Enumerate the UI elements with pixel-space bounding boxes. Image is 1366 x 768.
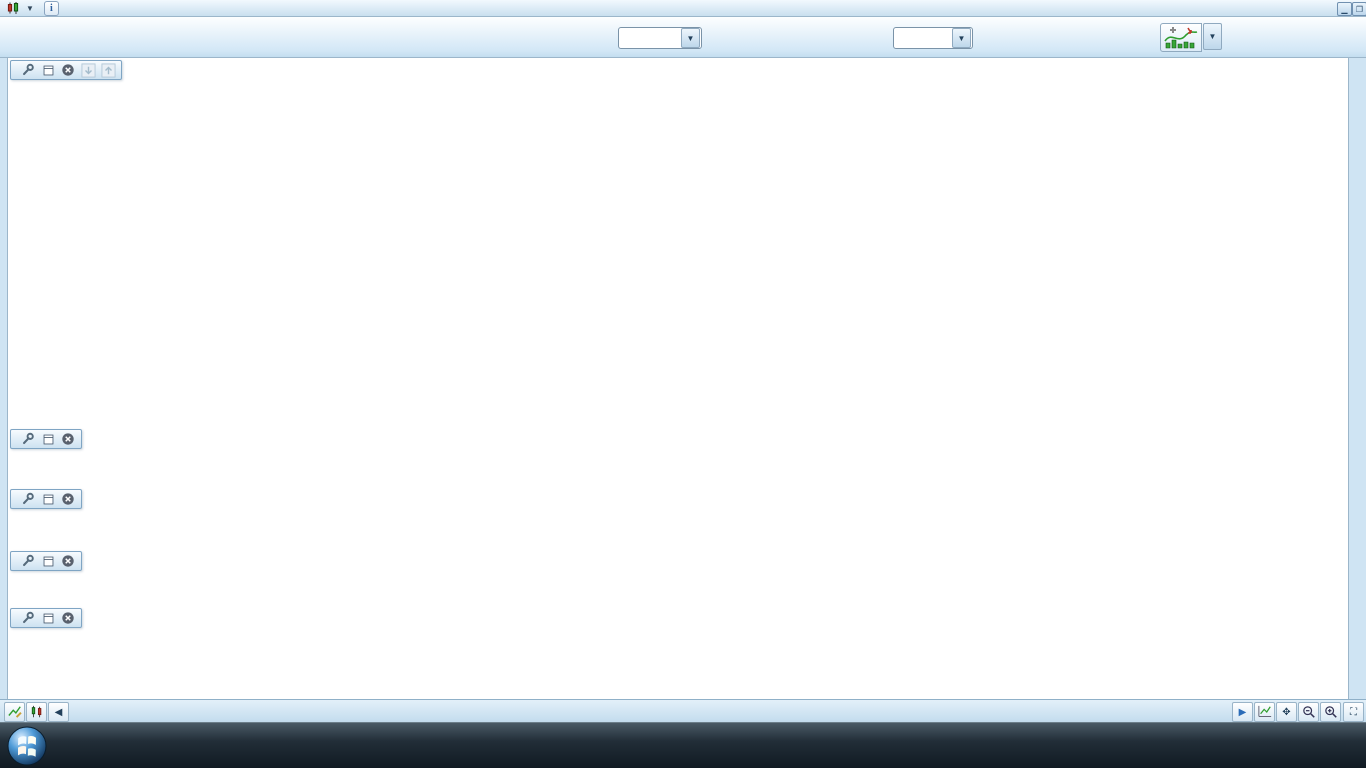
auto-scale-button[interactable] [1254, 702, 1275, 722]
stochastic-close-icon[interactable] [60, 554, 76, 569]
timeframe-dropdown-arrow[interactable]: ▼ [952, 28, 971, 48]
price-move-down-icon[interactable] [80, 62, 96, 78]
price-move-up-icon[interactable] [100, 62, 116, 78]
play-forward-button[interactable]: ▶ [1232, 702, 1253, 722]
restore-button[interactable]: ❐ [1352, 2, 1366, 16]
windows-taskbar: ▴ [0, 722, 1366, 768]
price-detach-window-icon[interactable] [40, 63, 56, 78]
chart-settings-button[interactable] [4, 702, 25, 722]
add-indicator-button[interactable] [1160, 23, 1202, 52]
volume-panel-tab[interactable] [10, 429, 82, 449]
drawing-toolbar: ▼ ▼ ▼ [0, 17, 1366, 58]
indicator-dropdown-arrow[interactable]: ▼ [1203, 23, 1222, 50]
price-panel-tab[interactable] [10, 60, 122, 80]
fit-screen-button[interactable]: ⛶ [1343, 702, 1364, 722]
stochastic-panel-tab[interactable] [10, 551, 82, 571]
macd-detach-window-icon[interactable] [40, 492, 56, 507]
left-window-strip [0, 58, 8, 699]
rsi-detach-window-icon[interactable] [40, 611, 56, 626]
pan-tool-button[interactable]: ✥ [1276, 702, 1297, 722]
rsi-close-icon[interactable] [60, 611, 76, 626]
instrument-candles-icon [5, 1, 21, 16]
history-back-button[interactable]: ◀ [48, 702, 69, 722]
info-icon[interactable]: i [43, 0, 59, 16]
price-close-icon[interactable] [60, 63, 76, 78]
macd-panel-tab[interactable] [10, 489, 82, 509]
units-dropdown-arrow[interactable]: ▼ [681, 28, 700, 48]
minimize-button[interactable]: ▁ [1337, 2, 1352, 16]
zoom-out-button[interactable] [1298, 702, 1319, 722]
stochastic-detach-window-icon[interactable] [40, 554, 56, 569]
chart-status-bar: ◀ ▶ ✥ ⛶ [0, 699, 1366, 722]
rsi-settings-wrench-icon[interactable] [20, 611, 36, 626]
desktop-screen: ▼ i ▁ ❐ ▼ ▼ ▼ ◀ ▶ ✥ ⛶ [0, 0, 1366, 768]
units-dropdown[interactable]: ▼ [618, 27, 702, 49]
rsi-panel-tab[interactable] [10, 608, 82, 628]
volume-settings-wrench-icon[interactable] [20, 432, 36, 447]
chart-canvas[interactable] [8, 58, 1305, 699]
macd-settings-wrench-icon[interactable] [20, 492, 36, 507]
macd-close-icon[interactable] [60, 492, 76, 507]
price-settings-wrench-icon[interactable] [20, 63, 36, 78]
zoom-in-button[interactable] [1320, 702, 1341, 722]
volume-close-icon[interactable] [60, 432, 76, 447]
instrument-dropdown-arrow[interactable]: ▼ [26, 4, 34, 13]
volume-detach-window-icon[interactable] [40, 432, 56, 447]
start-button[interactable] [6, 725, 48, 768]
timeframe-dropdown[interactable]: ▼ [893, 27, 973, 49]
indicator-button-group: ▼ [1160, 23, 1223, 52]
right-window-strip [1348, 58, 1366, 699]
stochastic-settings-wrench-icon[interactable] [20, 554, 36, 569]
app-titlebar: ▼ i [0, 0, 1366, 17]
display-mode-button[interactable] [26, 702, 47, 722]
